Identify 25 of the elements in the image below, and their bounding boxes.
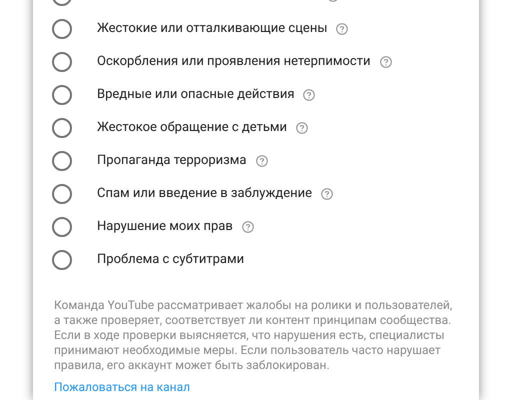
help-icon[interactable]	[296, 122, 308, 134]
help-icon[interactable]	[242, 220, 254, 232]
report-channel-link[interactable]: Пожаловаться на канал	[54, 380, 190, 394]
radio-button[interactable]	[52, 18, 72, 38]
help-icon[interactable]	[303, 88, 316, 100]
option-label: Нарушение моих прав	[97, 218, 233, 236]
notice-text: Команда YouTube рассматривает жалобы на ролики и пользователей, а также проверяет, соответствует ли контент принципам сообщества. Если в ходе проверки выясняется, что нарушения есть, специалисты принимают необходимые меры. Если пользователь часто нарушает правила, его аккаунт может быть заблокирован.	[54, 298, 454, 373]
radio-button[interactable]	[52, 250, 72, 270]
option-label: Жестокие или отталкивающие сцены	[97, 20, 328, 38]
radio-button[interactable]	[52, 84, 72, 104]
radio-button[interactable]	[52, 216, 72, 236]
option-label: Спам или введение в заблуждение	[97, 184, 312, 203]
option-label: Вредные или опасные действия	[97, 86, 294, 104]
option-label: Оскорбления или проявления нетерпимости	[97, 52, 370, 71]
radio-button[interactable]	[52, 118, 72, 138]
option-label: Проблема с субтитрами	[97, 250, 244, 269]
help-icon[interactable]	[380, 56, 392, 68]
option-label: Жестокое обращение с детьми	[97, 118, 288, 137]
radio-button[interactable]	[52, 150, 72, 170]
help-icon[interactable]	[321, 188, 334, 200]
radio-button[interactable]	[52, 52, 72, 72]
help-icon[interactable]	[336, 22, 348, 34]
radio-button[interactable]	[52, 184, 72, 204]
help-icon[interactable]	[256, 154, 268, 166]
option-label: Пропаганда терроризма	[97, 152, 246, 170]
